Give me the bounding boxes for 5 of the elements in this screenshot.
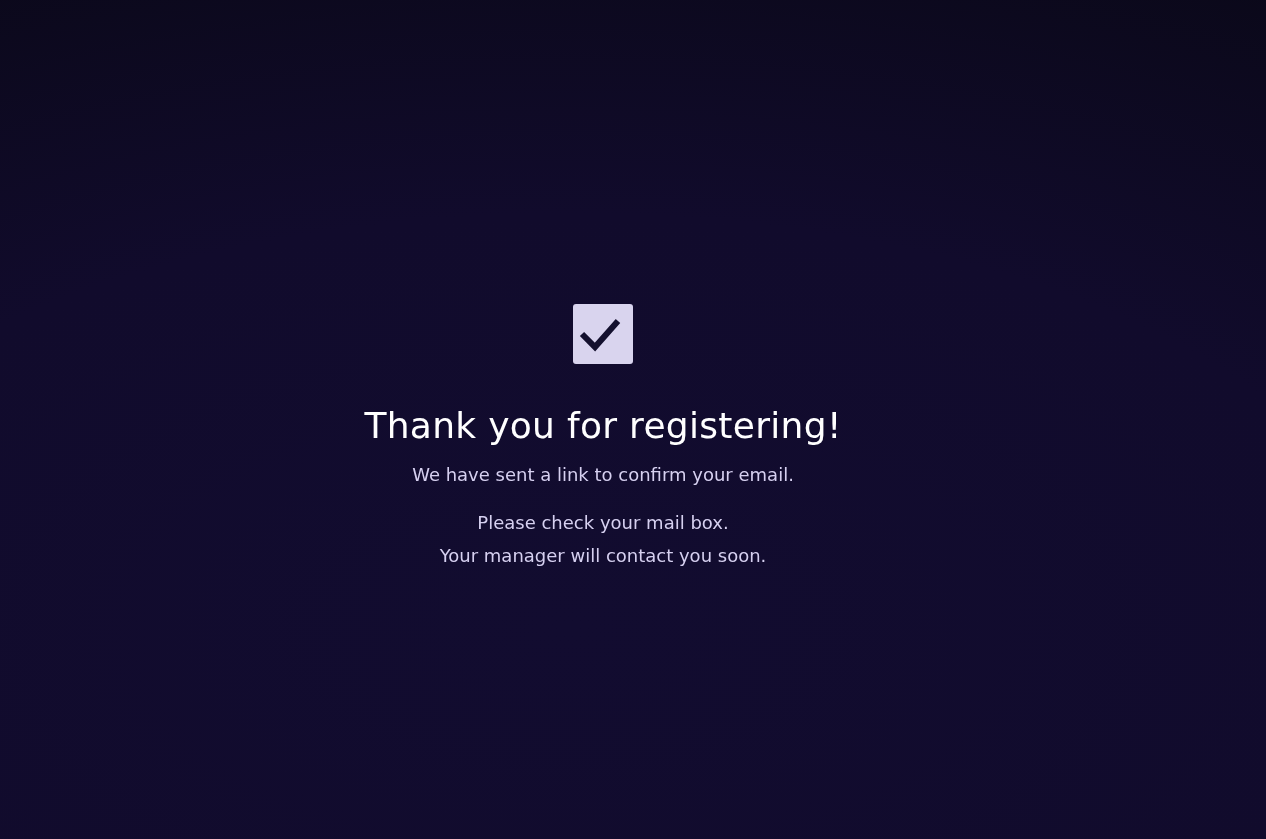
confirmation-message: We have sent a link to confirm your email. (412, 463, 794, 487)
info-text: Your manager will contact you soon. (439, 544, 767, 568)
page-title: Thank you for registering! (364, 404, 842, 448)
checkbox-icon (573, 304, 633, 364)
info-text: Please check your mail box. (477, 511, 729, 535)
